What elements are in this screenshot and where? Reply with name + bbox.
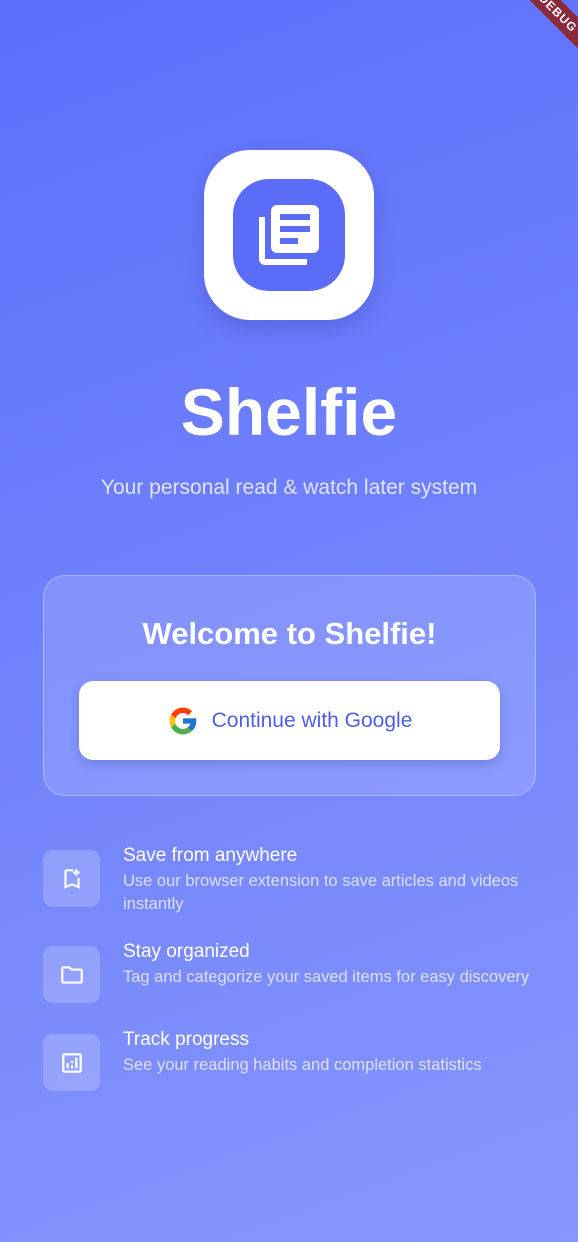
google-g-icon: [169, 707, 196, 734]
feature-title: Track progress: [123, 1029, 249, 1050]
feature-description: Tag and categorize your saved items for …: [123, 968, 530, 986]
feature-description: See your reading habits and completion s…: [123, 1056, 482, 1074]
app-title: Shelfie: [180, 375, 398, 449]
feature-title: Save from anywhere: [123, 845, 298, 866]
library-books-icon: [233, 179, 345, 291]
analytics-icon: [43, 1034, 100, 1091]
feature-description: Use our browser extension to save articl…: [123, 872, 519, 913]
continue-with-google-button[interactable]: Continue with Google: [79, 681, 500, 760]
google-button-label: Continue with Google: [211, 708, 413, 732]
app-logo: [204, 150, 374, 320]
app-tagline: Your personal read & watch later system: [100, 476, 478, 499]
feature-title: Stay organized: [123, 941, 250, 962]
bookmark-add-icon: [43, 850, 100, 907]
login-card: Welcome to Shelfie! Continue with Google: [43, 575, 536, 796]
welcome-title: Welcome to Shelfie!: [142, 616, 437, 651]
folder-icon: [43, 946, 100, 1003]
debug-banner: DEBUG: [507, 0, 578, 64]
